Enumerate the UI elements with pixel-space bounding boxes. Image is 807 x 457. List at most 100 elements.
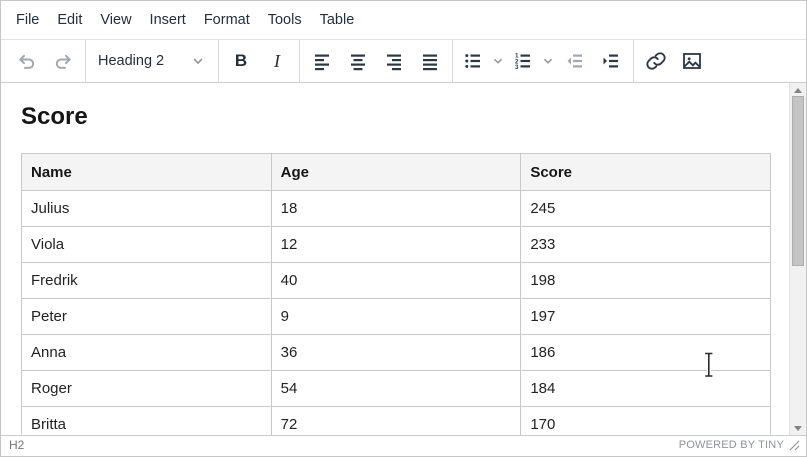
outdent-icon <box>563 49 587 73</box>
chevron-down-icon <box>190 53 206 69</box>
table-cell[interactable]: 170 <box>521 407 771 436</box>
table-cell[interactable]: 197 <box>521 299 771 335</box>
column-header[interactable]: Score <box>521 154 771 191</box>
scroll-up-button[interactable] <box>790 83 806 97</box>
bold-button[interactable]: B <box>224 44 258 78</box>
format-select[interactable]: Heading 2 <box>91 44 213 78</box>
redo-icon <box>51 49 75 73</box>
table-cell[interactable]: Peter <box>22 299 272 335</box>
table-cell[interactable]: Anna <box>22 335 272 371</box>
column-header[interactable]: Name <box>22 154 272 191</box>
menu-item-table[interactable]: Table <box>311 8 364 32</box>
menu-item-insert[interactable]: Insert <box>141 8 195 32</box>
align-left-button[interactable] <box>305 44 339 78</box>
table-cell[interactable]: Julius <box>22 191 272 227</box>
table-cell[interactable]: 36 <box>271 335 521 371</box>
indent-icon <box>599 49 623 73</box>
outdent-button[interactable] <box>558 44 592 78</box>
alignment-group <box>305 40 447 82</box>
table-row: Peter9197 <box>22 299 771 335</box>
statusbar: H2 POWERED BY TINY <box>1 435 806 454</box>
history-group <box>10 40 80 82</box>
menu-item-format[interactable]: Format <box>195 8 259 32</box>
scrollbar-thumb[interactable] <box>792 96 804 266</box>
vertical-scrollbar[interactable] <box>789 83 806 435</box>
justify-button[interactable] <box>413 44 447 78</box>
align-left-icon <box>310 49 334 73</box>
redo-button[interactable] <box>46 44 80 78</box>
justify-icon <box>418 49 442 73</box>
menu-item-view[interactable]: View <box>91 8 140 32</box>
numbered-list-button[interactable]: 1 2 3 <box>508 44 538 78</box>
chevron-down-icon <box>491 54 505 68</box>
resize-grip-icon[interactable] <box>789 440 800 451</box>
table-cell[interactable]: 184 <box>521 371 771 407</box>
scroll-down-button[interactable] <box>790 421 806 435</box>
chevron-down-icon <box>541 54 555 68</box>
numbered-list-icon: 1 2 3 <box>511 49 535 73</box>
table-row: Britta72170 <box>22 407 771 436</box>
align-right-icon <box>382 49 406 73</box>
table-cell[interactable]: 40 <box>271 263 521 299</box>
format-select-value: Heading 2 <box>98 53 164 69</box>
undo-icon <box>15 49 39 73</box>
content-table: NameAgeScore Julius18245Viola12233Fredri… <box>21 153 771 435</box>
menu-item-edit[interactable]: Edit <box>48 8 91 32</box>
toolbar-separator <box>633 40 634 82</box>
table-cell[interactable]: 245 <box>521 191 771 227</box>
table-cell[interactable]: Viola <box>22 227 272 263</box>
menubar: FileEditViewInsertFormatToolsTable <box>1 1 806 40</box>
table-row: Fredrik40198 <box>22 263 771 299</box>
bullet-list-button[interactable] <box>458 44 488 78</box>
table-row: Anna36186 <box>22 335 771 371</box>
menu-item-file[interactable]: File <box>7 8 48 32</box>
image-icon <box>680 49 704 73</box>
menu-item-tools[interactable]: Tools <box>259 8 311 32</box>
numbered-list-menu-button[interactable] <box>540 44 556 78</box>
toolbar-separator <box>85 40 86 82</box>
toolbar: Heading 2 B I <box>1 40 806 83</box>
toolbar-separator <box>218 40 219 82</box>
content-heading[interactable]: Score <box>21 105 789 129</box>
editor-content[interactable]: Score NameAgeScore Julius18245Viola12233… <box>1 83 789 435</box>
indent-button[interactable] <box>594 44 628 78</box>
content-area: Score NameAgeScore Julius18245Viola12233… <box>1 83 806 435</box>
table-cell[interactable]: 72 <box>271 407 521 436</box>
table-cell[interactable]: Britta <box>22 407 272 436</box>
list-indent-group: 1 2 3 <box>458 40 628 82</box>
table-cell[interactable]: Fredrik <box>22 263 272 299</box>
table-row: Julius18245 <box>22 191 771 227</box>
tinymce-editor: FileEditViewInsertFormatToolsTable Headi… <box>0 0 807 457</box>
table-cell[interactable]: 12 <box>271 227 521 263</box>
bullet-list-menu-button[interactable] <box>490 44 506 78</box>
svg-text:3: 3 <box>515 64 519 71</box>
toolbar-separator <box>299 40 300 82</box>
align-right-button[interactable] <box>377 44 411 78</box>
table-cell[interactable]: 9 <box>271 299 521 335</box>
table-cell[interactable]: 186 <box>521 335 771 371</box>
align-center-button[interactable] <box>341 44 375 78</box>
table-cell[interactable]: 54 <box>271 371 521 407</box>
bullet-list-icon <box>461 49 485 73</box>
format-group: Heading 2 <box>91 40 213 82</box>
triangle-up-icon <box>794 88 802 93</box>
italic-button[interactable]: I <box>260 44 294 78</box>
table-cell[interactable]: Roger <box>22 371 272 407</box>
link-button[interactable] <box>639 44 673 78</box>
image-button[interactable] <box>675 44 709 78</box>
branding-label[interactable]: POWERED BY TINY <box>679 439 784 451</box>
table-cell[interactable]: 198 <box>521 263 771 299</box>
element-path[interactable]: H2 <box>9 438 24 452</box>
table-header-row: NameAgeScore <box>22 154 771 191</box>
table-row: Roger54184 <box>22 371 771 407</box>
text-style-group: B I <box>224 40 294 82</box>
table-row: Viola12233 <box>22 227 771 263</box>
toolbar-separator <box>452 40 453 82</box>
link-icon <box>645 50 667 72</box>
table-cell[interactable]: 233 <box>521 227 771 263</box>
insert-group <box>639 40 709 82</box>
undo-button[interactable] <box>10 44 44 78</box>
column-header[interactable]: Age <box>271 154 521 191</box>
triangle-down-icon <box>794 426 802 431</box>
table-cell[interactable]: 18 <box>271 191 521 227</box>
